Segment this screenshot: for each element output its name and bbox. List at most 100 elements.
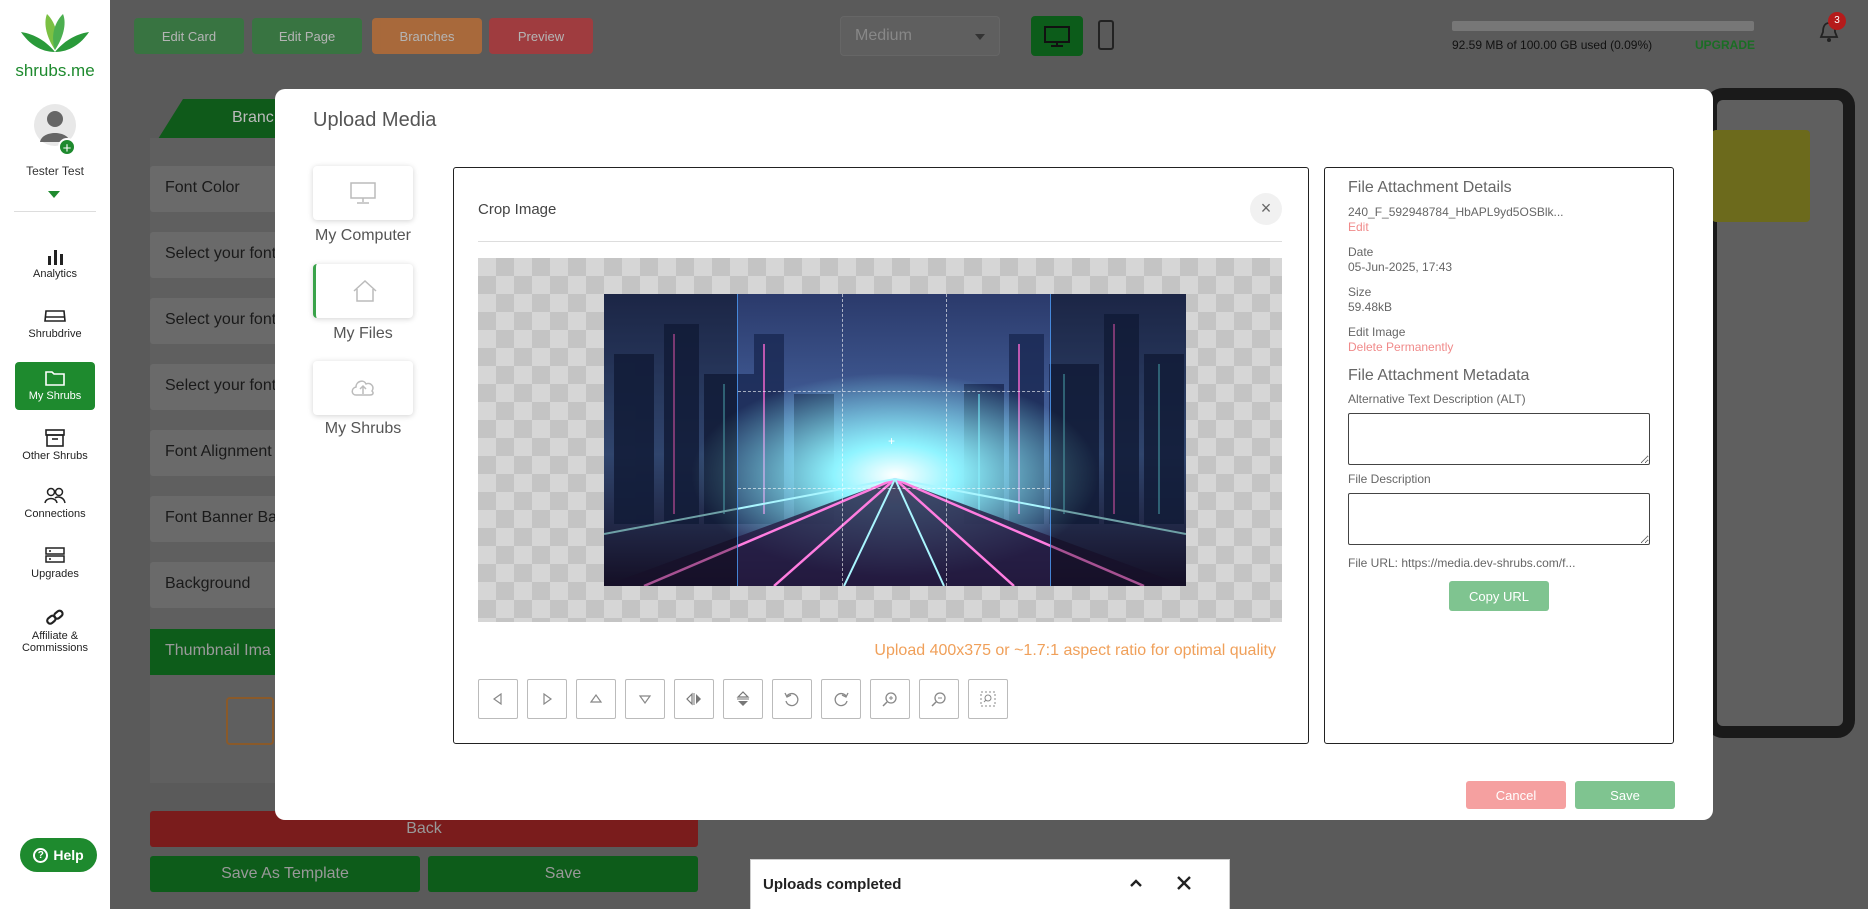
folder-icon [45,371,65,386]
rotate-left-icon[interactable] [772,679,812,719]
file-details-panel: File Attachment Details 240_F_592948784_… [1324,167,1674,744]
close-icon[interactable] [1173,872,1195,894]
add-avatar-icon[interactable]: + [58,138,76,157]
sidebar-item-label: Analytics [32,268,78,280]
sidebar-item-connections[interactable]: Connections [15,486,95,520]
mobile-view-button[interactable] [1098,20,1114,50]
rotate-right-icon[interactable] [821,679,861,719]
storage-usage-text: 92.59 MB of 100.00 GB used (0.09%) [1452,38,1653,52]
close-icon[interactable]: × [1250,193,1282,225]
sidebar-item-label-line2: Commissions [21,642,88,654]
flip-vertical-icon[interactable] [723,679,763,719]
drive-icon [44,310,66,322]
flip-horizontal-icon[interactable] [674,679,714,719]
desktop-view-button[interactable] [1031,16,1083,56]
crop-guide-horizontal-1 [738,391,1050,392]
metadata-heading: File Attachment Metadata [1348,367,1530,384]
sidebar-item-analytics[interactable]: Analytics [15,246,95,280]
file-name: 240_F_592948784_HbAPL9yd5OSBlk... [1348,205,1564,219]
sidebar-item-upgrades[interactable]: Upgrades [15,546,95,580]
sidebar-item-label: Connections [24,508,86,520]
help-button[interactable]: ? Help [20,838,97,872]
branches-button[interactable]: Branches [372,18,482,54]
upgrade-link[interactable]: UPGRADE [1695,38,1755,52]
storage-progress-bar [1452,21,1754,31]
crop-mask-left [604,294,738,586]
tab-branch[interactable]: Branc [158,99,288,139]
sidebar-item-label: Other Shrubs [22,450,88,462]
modal-title: Upload Media [313,109,437,131]
cancel-button[interactable]: Cancel [1466,781,1566,809]
question-icon: ? [33,847,49,863]
divider [478,241,1282,242]
monitor-icon [1044,26,1070,47]
sidebar-item-affiliate[interactable]: Affiliate & Commissions [15,608,95,654]
file-description-input[interactable] [1348,493,1650,545]
logo[interactable]: shrubs.me [14,12,96,81]
source-label-my-shrubs[interactable]: My Shrubs [293,420,433,438]
cloud-upload-icon [351,380,374,396]
move-right-icon[interactable] [527,679,567,719]
edit-page-button[interactable]: Edit Page [252,18,362,54]
crop-canvas[interactable]: + [478,258,1282,622]
preview-button[interactable]: Preview [489,18,593,54]
crop-center-icon: + [888,434,896,448]
source-my-computer[interactable] [313,166,413,220]
move-up-icon[interactable] [576,679,616,719]
divider [14,211,96,212]
save-as-template-button[interactable]: Save As Template [150,856,420,892]
delete-permanently-link[interactable]: Delete Permanently [1348,340,1453,354]
crop-mask-right [1050,294,1186,586]
edit-card-button[interactable]: Edit Card [134,18,244,54]
sidebar-item-other-shrubs[interactable]: Other Shrubs [15,428,95,462]
thumbnail-placeholder-icon [226,697,274,745]
edit-image-label[interactable]: Edit Image [1348,325,1405,339]
move-left-icon[interactable] [478,679,518,719]
sidebar-item-label: Shrubdrive [28,328,82,340]
link-icon [46,609,64,625]
upload-media-modal: Upload Media My Computer My Files My Shr… [275,89,1713,820]
size-select-value: Medium [855,27,912,44]
chevron-down-icon [975,34,985,40]
zoom-out-icon[interactable] [919,679,959,719]
edit-file-link[interactable]: Edit [1348,220,1369,234]
save-button[interactable]: Save [1575,781,1675,809]
sidebar: shrubs.me + Tester Test Analytics Shrubd… [0,0,110,909]
zoom-in-icon[interactable] [870,679,910,719]
crop-guide-vertical-1 [842,294,843,586]
server-icon [45,547,65,563]
copy-url-button[interactable]: Copy URL [1449,581,1549,611]
alt-text-input[interactable] [1348,413,1650,465]
crop-selection-box[interactable]: + [737,294,1051,586]
archive-icon [45,429,65,447]
crop-guide-vertical-2 [946,294,947,586]
size-label: Size [1348,285,1372,299]
bar-chart-icon [48,250,63,265]
sidebar-item-shrubdrive[interactable]: Shrubdrive [15,306,95,340]
editor-save-button[interactable]: Save [428,856,698,892]
sidebar-item-my-shrubs[interactable]: My Shrubs [15,362,95,410]
size-value: 59.48kB [1348,300,1393,314]
chevron-up-icon[interactable] [1125,872,1147,894]
logo-text: shrubs.me [15,61,95,80]
source-label-my-files[interactable]: My Files [293,325,433,343]
crop-toolbar [478,679,1008,719]
details-heading: File Attachment Details [1348,179,1512,196]
sidebar-item-label: Affiliate & [31,630,79,642]
date-value: 05-Jun-2025, 17:43 [1348,260,1453,274]
move-down-icon[interactable] [625,679,665,719]
alt-label: Alternative Text Description (ALT) [1348,392,1526,406]
help-label: Help [53,847,84,863]
file-url: File URL: https://media.dev-shrubs.com/f… [1348,556,1576,570]
home-icon [352,279,377,302]
user-name: Tester Test [26,164,84,178]
source-my-shrubs[interactable] [313,361,413,415]
crop-panel: Crop Image × + Upload 400x375 or ~1.7:1 … [453,167,1309,744]
source-my-files[interactable] [313,264,413,318]
leaf-logo-icon [21,14,89,52]
chevron-down-icon[interactable] [48,191,60,198]
size-select[interactable]: Medium [840,16,1000,56]
crop-reset-icon[interactable] [968,679,1008,719]
people-icon [44,487,66,504]
source-label-my-computer[interactable]: My Computer [293,227,433,245]
